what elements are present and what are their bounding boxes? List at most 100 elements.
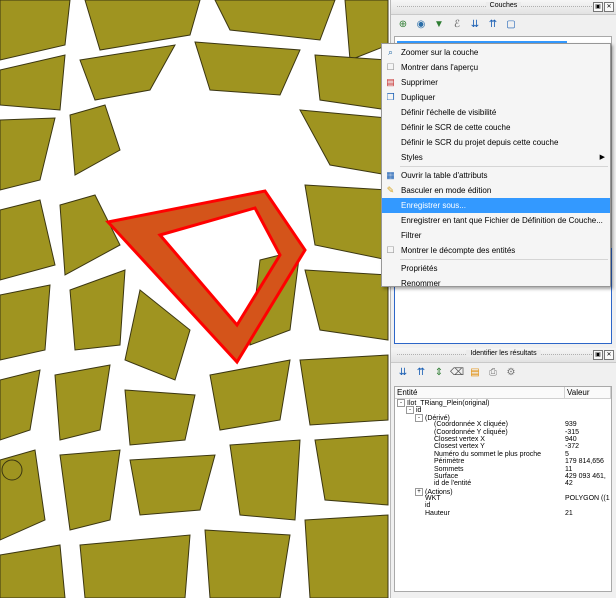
visibility-icon[interactable]: ◉	[415, 19, 427, 31]
result-row[interactable]: Hauteur 21	[395, 510, 611, 517]
settings-icon[interactable]: ⚙	[505, 367, 517, 379]
polygon	[54, 364, 111, 441]
map-canvas[interactable]	[0, 0, 390, 598]
result-row[interactable]: Numéro du sommet le plus proche 5	[395, 451, 611, 458]
result-row[interactable]: Closest vertex X 940	[395, 436, 611, 443]
menu-item-propriétés[interactable]: Propriétés	[382, 261, 610, 276]
menu-item-dupliquer[interactable]: ❐ Dupliquer	[382, 90, 610, 105]
polygon	[59, 449, 121, 531]
result-row[interactable]: (Coordonnée X cliquée) 939	[395, 421, 611, 428]
close-icon[interactable]: ✕	[604, 350, 614, 360]
result-row[interactable]: - Ilot_TRiang_Plein(original)	[395, 399, 611, 407]
result-row[interactable]: id	[395, 502, 611, 509]
duplicate-icon: ❐	[386, 92, 395, 102]
identify-results-panel: Identifier les résultats ▣ ✕ ⇊ ⇈ ⇕ ⌫ ▤ ⎙ …	[390, 348, 616, 598]
polygon	[129, 454, 216, 516]
results-rows: - Ilot_TRiang_Plein(original) - id - (Dérivé)…	[395, 399, 611, 517]
result-key: (Coordonnée Y cliquée)	[434, 428, 508, 436]
menu-item-enregistrer-sous[interactable]: Enregistrer sous...	[382, 198, 610, 213]
expression-icon[interactable]: ℰ	[451, 19, 463, 31]
result-row[interactable]: - (Dérivé)	[395, 413, 611, 422]
result-row[interactable]: Closest vertex Y -372	[395, 443, 611, 450]
identify-panel-titlebar: Identifier les résultats ▣ ✕	[391, 348, 616, 363]
result-key: Périmètre	[434, 458, 465, 466]
menu-item-zoomer-sur-la-couche[interactable]: ⌕ Zoomer sur la couche	[382, 45, 610, 60]
copy-feature-icon[interactable]: ▤	[469, 367, 481, 379]
polygon	[0, 117, 56, 191]
menu-item-montrer-le-décompte-des-entités[interactable]: ☐ Montrer le décompte des entités	[382, 243, 610, 258]
polygon	[304, 269, 389, 341]
menu-item-styles[interactable]: Styles ▶	[382, 150, 610, 165]
result-value: 5	[565, 450, 569, 458]
collapse-all-icon[interactable]: ⇈	[487, 19, 499, 31]
layers-panel-title: Couches	[485, 2, 522, 9]
checkbox-icon: ☐	[386, 245, 395, 255]
filter-icon[interactable]: ▼	[433, 19, 445, 31]
menu-item-définir-le-scr-de-cette-couche[interactable]: Définir le SCR de cette couche	[382, 120, 610, 135]
menu-item-label: Styles	[401, 153, 423, 162]
menu-item-définir-l-échelle-de-visibilité[interactable]: Définir l'échelle de visibilité	[382, 105, 610, 120]
polygon	[69, 269, 126, 351]
result-key: Numéro du sommet le plus proche	[434, 450, 541, 458]
result-value: 42	[565, 480, 573, 488]
identify-results-table[interactable]: Entité Valeur - Ilot_TRiang_Plein(origina…	[394, 386, 612, 592]
result-row[interactable]: (Coordonnée Y cliquée) -315	[395, 429, 611, 436]
polygon	[0, 544, 66, 598]
menu-item-enregistrer-en-tant-que-fichier-de-définition-de-couche[interactable]: Enregistrer en tant que Fichier de Défin…	[382, 213, 610, 228]
polygon	[229, 439, 301, 521]
menu-item-montrer-dans-l-aperçu[interactable]: ☐ Montrer dans l'aperçu	[382, 60, 610, 75]
result-row[interactable]: + (Actions)	[395, 487, 611, 496]
result-row[interactable]: Surface 429 093 461,	[395, 473, 611, 480]
table-header: Entité Valeur	[395, 387, 611, 399]
result-row[interactable]: Périmètre 179 814,656	[395, 458, 611, 465]
polygon	[0, 54, 66, 111]
menu-item-supprimer[interactable]: ▤ Supprimer	[382, 75, 610, 90]
menu-item-renommer[interactable]: Renommer	[382, 276, 610, 291]
polygon	[1, 459, 23, 481]
menu-item-basculer-en-mode-édition[interactable]: ✎ Basculer en mode édition	[382, 183, 610, 198]
polygon	[0, 369, 41, 441]
result-value: -315	[565, 428, 580, 436]
expand-all-icon[interactable]: ⇊	[469, 19, 481, 31]
close-icon[interactable]: ✕	[604, 2, 614, 12]
menu-item-ouvrir-la-table-d-attributs[interactable]: ▦ Ouvrir la table d'attributs	[382, 168, 610, 183]
result-value: 429 093 461,	[565, 472, 606, 480]
menu-separator	[400, 259, 608, 260]
print-icon[interactable]: ⎙	[487, 367, 499, 379]
expand-new-icon[interactable]: ⇕	[433, 367, 445, 379]
result-value: 179 814,656	[565, 458, 604, 466]
menu-item-label: Définir le SCR de cette couche	[401, 123, 511, 132]
layers-toolbar: ⊕ ◉ ▼ ℰ ⇊ ⇈ ▢	[391, 15, 616, 35]
map-polygons[interactable]	[0, 0, 390, 598]
result-row[interactable]: id de l'entité 42	[395, 480, 611, 487]
zoom-icon: ⌕	[387, 47, 394, 57]
clear-results-icon[interactable]: ⌫	[450, 367, 464, 379]
polygon	[299, 354, 389, 426]
result-value: 11	[565, 465, 573, 473]
identify-toolbar: ⇊ ⇈ ⇕ ⌫ ▤ ⎙ ⚙	[391, 363, 616, 383]
collapse-tree-icon[interactable]: ⇈	[415, 367, 427, 379]
result-row[interactable]: - id	[395, 406, 611, 415]
polygon	[0, 199, 56, 281]
column-header-value[interactable]: Valeur	[565, 387, 611, 398]
menu-item-label: Basculer en mode édition	[401, 186, 492, 195]
polygon	[0, 284, 51, 361]
layer-context-menu: ⌕ Zoomer sur la couche ☐ Montrer dans l'ape…	[381, 43, 611, 288]
column-header-entity[interactable]: Entité	[395, 387, 565, 398]
add-layer-icon[interactable]: ⊕	[397, 19, 409, 31]
menu-item-label: Montrer le décompte des entités	[401, 246, 516, 255]
result-key: Hauteur	[425, 509, 450, 517]
result-value: 21	[565, 509, 573, 517]
float-icon[interactable]: ▣	[593, 2, 603, 12]
result-key: (Coordonnée X cliquée)	[434, 421, 508, 429]
float-icon[interactable]: ▣	[593, 350, 603, 360]
expand-tree-icon[interactable]: ⇊	[397, 367, 409, 379]
menu-item-label: Enregistrer en tant que Fichier de Défin…	[401, 216, 603, 225]
result-row[interactable]: WKT POLYGON ((1	[395, 495, 611, 502]
menu-item-filtrer[interactable]: Filtrer	[382, 228, 610, 243]
result-key: WKT	[425, 495, 441, 503]
result-row[interactable]: Sommets 11	[395, 466, 611, 473]
remove-layer-icon[interactable]: ▢	[505, 19, 517, 31]
polygon	[304, 184, 389, 261]
menu-item-définir-le-scr-du-projet-depuis-cette-couche[interactable]: Définir le SCR du projet depuis cette co…	[382, 135, 610, 150]
